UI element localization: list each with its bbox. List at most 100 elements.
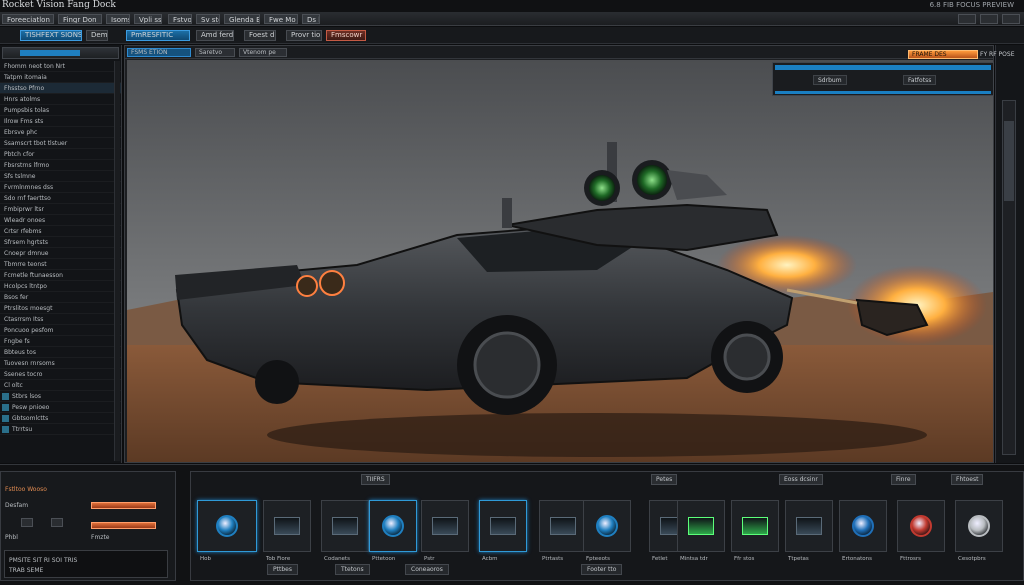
asset-thumbnail[interactable]: Ertonatons — [839, 500, 887, 562]
toolbar-button-5[interactable]: Foest dm — [244, 30, 276, 41]
asset-tab-1[interactable]: TIIFRS — [361, 474, 390, 485]
asset-thumbnail[interactable]: Pstr — [421, 500, 469, 562]
outliner-item[interactable]: Fmbiprwr ltsr — [0, 204, 121, 215]
outliner-item[interactable]: Gbtsomlctts — [0, 413, 121, 424]
outliner-item[interactable]: Ilrow Fms sts — [0, 116, 121, 127]
properties-slider-1[interactable] — [91, 502, 156, 509]
menu-item-3[interactable]: Isoms — [106, 14, 130, 24]
asset-thumbnail[interactable]: Fpteeots — [583, 500, 631, 562]
asset-thumbnail[interactable]: Acbm — [479, 500, 527, 562]
outliner-item[interactable]: Crtsr rfebms — [0, 226, 121, 237]
outliner-item[interactable]: Poncuoo pesfom — [0, 325, 121, 336]
menu-item-6[interactable]: Sv ston — [196, 14, 220, 24]
toolbar-button-1[interactable]: TISHFEXT SIONS — [20, 30, 82, 41]
properties-slider-2[interactable] — [91, 522, 156, 529]
outliner-item[interactable]: Ttrrtsu — [0, 424, 121, 435]
outliner-item[interactable]: Bbteus tos — [0, 347, 121, 358]
ring-icon — [382, 515, 404, 537]
toolbar-button-2[interactable]: Dem Sh — [86, 30, 108, 41]
outliner-scrollbar[interactable] — [114, 61, 120, 461]
outliner-item[interactable]: Stbrs lsos — [0, 391, 121, 402]
asset-thumbnail[interactable]: Mintsa tdr — [677, 500, 725, 562]
viewport-tab-1[interactable]: FSMS ETION — [127, 48, 191, 57]
asset-thumbnail[interactable]: Fttrosrs — [897, 500, 945, 562]
asset-tab-5[interactable]: Fhtoest — [951, 474, 984, 485]
close-button[interactable] — [1002, 14, 1020, 24]
asset-thumbnail[interactable]: Ffr stos — [731, 500, 779, 562]
outliner-item[interactable]: Fvrmlnmnes dss — [0, 182, 121, 193]
menu-item-4[interactable]: Vpli ss — [134, 14, 162, 24]
outliner-item[interactable]: Hnrs atolms — [0, 94, 121, 105]
outliner-item[interactable]: Sdo rnf faerttso — [0, 193, 121, 204]
menu-item-9[interactable]: Ds lk — [302, 14, 320, 24]
outliner-item[interactable]: Bsos fer — [0, 292, 121, 303]
properties-toggle-1[interactable] — [21, 518, 33, 527]
outliner-item[interactable]: Pesw pnioeo — [0, 402, 121, 413]
outliner-header — [2, 47, 119, 59]
menu-item-7[interactable]: Glenda Bar — [224, 14, 260, 24]
asset-thumbnail[interactable]: Ptrtasts — [539, 500, 587, 562]
viewport[interactable]: FSMS ETION Saretvo Vtenom pe — [124, 45, 994, 463]
frame-badge[interactable]: FRAME DES — [908, 50, 978, 59]
asset-tab-4[interactable]: Finre — [891, 474, 916, 485]
outliner-item[interactable]: Ptrslitos moesgt — [0, 303, 121, 314]
viewport-tab-3[interactable]: Vtenom pe — [239, 48, 287, 57]
asset-browser: TIIFRS Petes Eoss dcsinr Finre Fhtoest H… — [190, 471, 1024, 581]
rendered-scene[interactable] — [127, 60, 993, 462]
outliner-item[interactable]: Sfs tslmne — [0, 171, 121, 182]
asset-footer-button-3[interactable]: Coneaoros — [405, 564, 449, 575]
asset-footer-button-2[interactable]: Ttetons — [335, 564, 370, 575]
outliner-item[interactable]: Ctasrrsm Itss — [0, 314, 121, 325]
asset-thumbnail[interactable]: Pttetoon — [369, 500, 417, 562]
asset-thumbnail[interactable]: Hob — [197, 500, 257, 562]
outliner-item[interactable]: Pbtch cfor — [0, 149, 121, 160]
outliner-item[interactable]: Fhomm neot ton Nrt — [0, 61, 121, 72]
maximize-button[interactable] — [980, 14, 998, 24]
outliner-item[interactable]: Cl oltc — [0, 380, 121, 391]
minimize-button[interactable] — [958, 14, 976, 24]
outliner-item[interactable]: Wleadr onoes — [0, 215, 121, 226]
asset-footer-button-4[interactable]: Footer tto — [581, 564, 623, 575]
outliner-item[interactable]: Ssenes tocro — [0, 369, 121, 380]
toolbar-button-7[interactable]: Fmscowr — [326, 30, 366, 41]
asset-tab-2[interactable]: Petes — [651, 474, 678, 485]
outliner-item[interactable]: Hcolpcs ltntpo — [0, 281, 121, 292]
properties-row-2: Phbl — [5, 534, 18, 541]
outliner-item[interactable]: Fbsrstrns lfrmo — [0, 160, 121, 171]
toolbar-button-3[interactable]: PmRESFITIC — [126, 30, 190, 41]
outliner-item[interactable]: Tatpm itomaia — [0, 72, 121, 83]
green-icon — [688, 517, 714, 535]
asset-thumbnail[interactable]: Cesotpbrs — [955, 500, 1003, 562]
toolbar-button-4[interactable]: Amd ferdlr — [196, 30, 234, 41]
properties-notes[interactable]: PMSITE SIT RI SOI TRIS TRAB SEME — [4, 550, 168, 578]
toolbar-button-6[interactable]: Provr tio — [286, 30, 322, 41]
asset-thumbnail[interactable]: Ttpetas — [785, 500, 833, 562]
asset-tab-3[interactable]: Eoss dcsinr — [779, 474, 823, 485]
outliner-item[interactable]: Sfrsem hgrtsts — [0, 237, 121, 248]
properties-row-1: Desfam — [5, 502, 29, 509]
properties-row-3: Fmzte — [91, 534, 110, 541]
outliner-item[interactable]: Tuovesn rnrsoms — [0, 358, 121, 369]
asset-caption: Fpteeots — [586, 556, 610, 562]
asset-thumbnail[interactable]: Tob Fiore — [263, 500, 311, 562]
asset-thumbnail[interactable]: Codanets — [321, 500, 369, 562]
outliner-item[interactable]: Tbmrre teonst — [0, 259, 121, 270]
menu-item-5[interactable]: Fstvoe — [168, 14, 192, 24]
properties-toggle-2[interactable] — [51, 518, 63, 527]
green-icon — [742, 517, 768, 535]
viewport-tab-2[interactable]: Saretvo — [195, 48, 235, 57]
outliner-item[interactable]: Cnoepr dmnue — [0, 248, 121, 259]
float-label-2[interactable]: Fatfotss — [903, 75, 937, 85]
outliner-item[interactable]: Ssamscrt tbot tlstuer — [0, 138, 121, 149]
outliner-item[interactable]: Fngbe fs — [0, 336, 121, 347]
outliner-item[interactable]: Pumpsbis tolas — [0, 105, 121, 116]
menu-item-2[interactable]: Fingr Don — [58, 14, 102, 24]
outliner-item[interactable]: Fhsstso Pfrno — [0, 83, 121, 94]
asset-footer-button-1[interactable]: Pttbes — [267, 564, 298, 575]
menu-item-8[interactable]: Fwe Mo — [264, 14, 298, 24]
menu-item-1[interactable]: Foreeciatlon — [2, 14, 54, 24]
float-label-1[interactable]: Sdrbum — [813, 75, 847, 85]
viewport-scrollbar[interactable] — [1002, 100, 1016, 455]
outliner-item[interactable]: Ebrsve phc — [0, 127, 121, 138]
outliner-item[interactable]: Fcmetle ftunaesson — [0, 270, 121, 281]
